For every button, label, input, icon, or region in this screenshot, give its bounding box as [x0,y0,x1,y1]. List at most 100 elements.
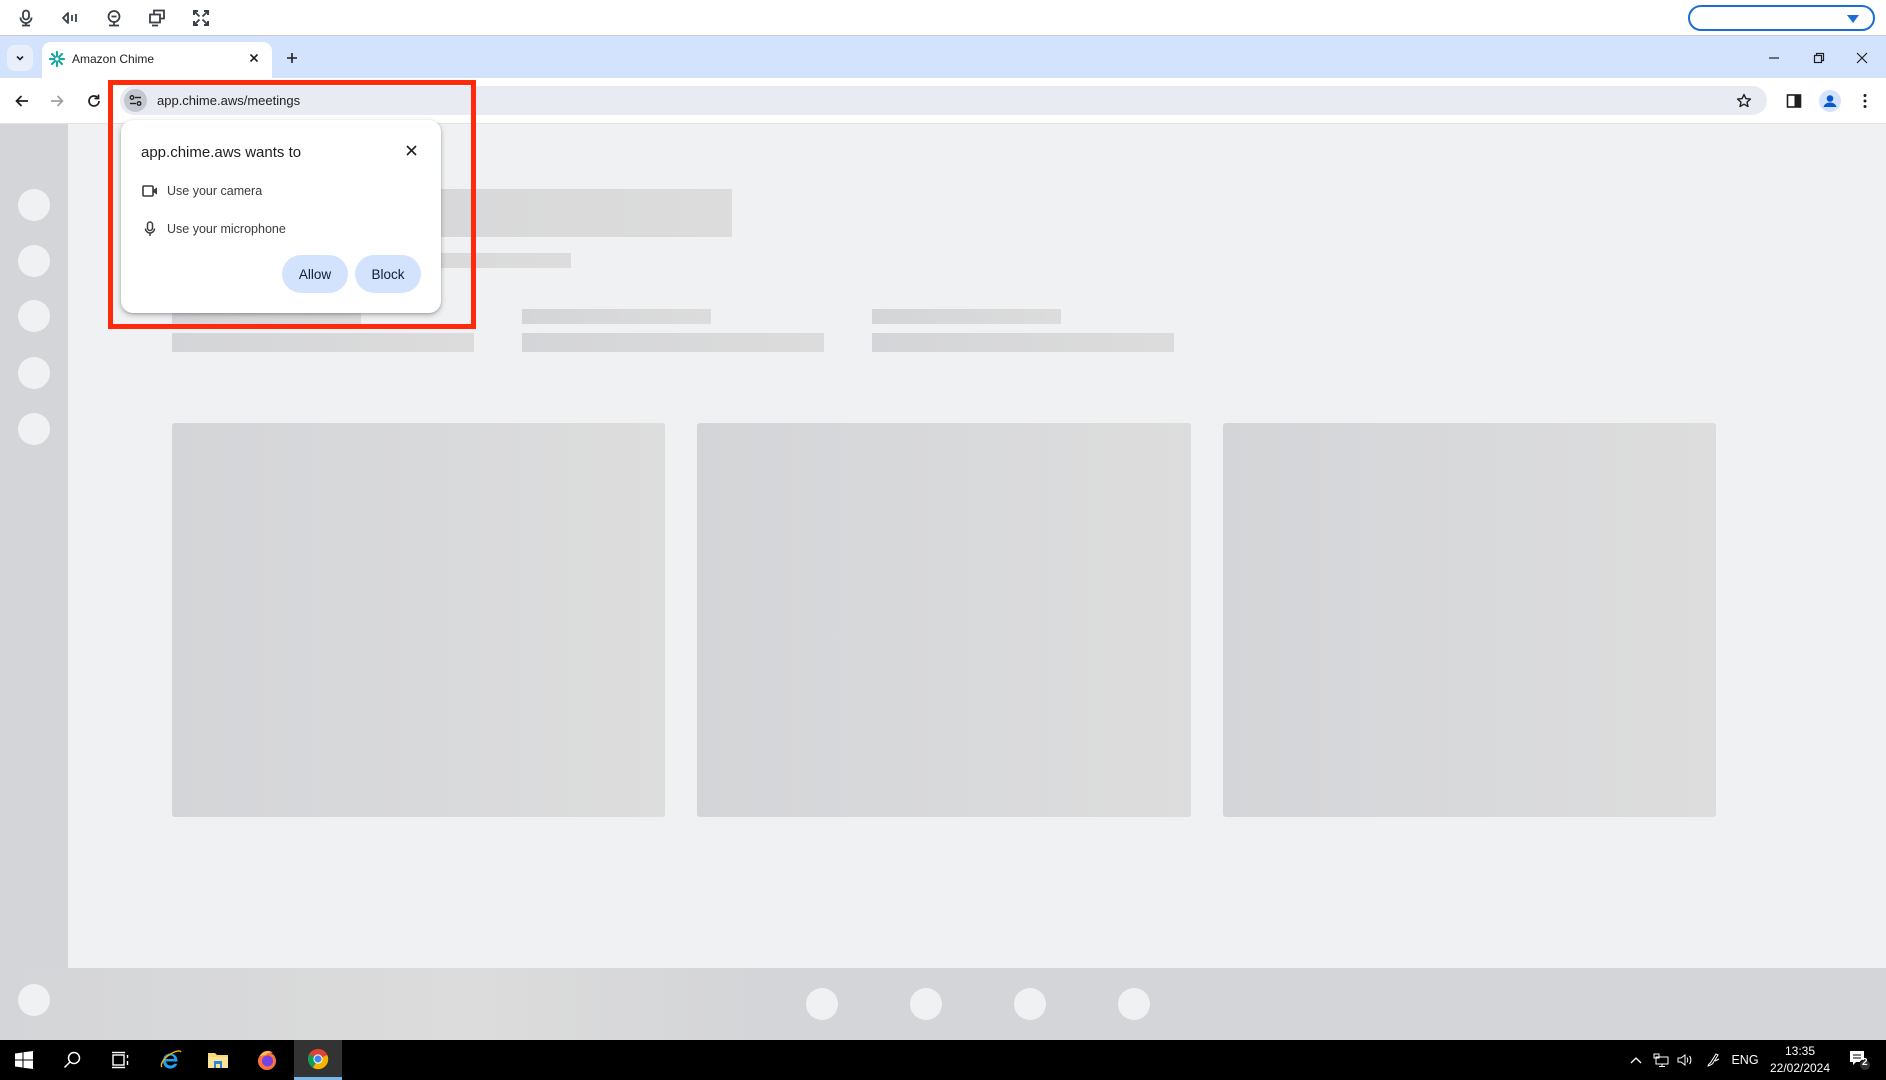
multi-monitor-icon[interactable] [146,7,168,29]
allow-button[interactable]: Allow [282,255,348,293]
speaker-icon[interactable] [59,7,81,29]
close-window-button[interactable] [1848,46,1876,70]
restore-icon [1813,52,1825,64]
control-placeholder[interactable] [1014,988,1046,1020]
site-info-button[interactable] [124,89,147,112]
pen-workspace-button[interactable] [1702,1040,1724,1080]
permission-label: Use your microphone [167,222,286,236]
control-placeholder[interactable] [1118,988,1150,1020]
control-placeholder[interactable] [910,988,942,1020]
permission-camera: Use your camera [141,181,262,201]
speaker-icon [1677,1054,1692,1066]
browser-tab-strip: Amazon Chime [0,36,1886,78]
search-button[interactable] [48,1040,96,1080]
close-tab-button[interactable] [246,50,262,66]
chevron-up-icon [1630,1057,1642,1064]
tab-title: Amazon Chime [72,52,155,66]
minimize-icon [1769,57,1779,59]
file-explorer-button[interactable] [194,1040,242,1080]
forward-button[interactable] [45,89,69,113]
windows-taskbar: ENG 13:35 22/02/2024 2 [0,1040,1886,1080]
permission-prompt: app.chime.aws wants to Use your camera U… [121,120,441,313]
field-skeleton [872,333,1174,352]
search-icon [63,1051,81,1069]
profile-button[interactable] [1818,89,1842,113]
permission-label: Use your camera [167,184,263,198]
card-skeleton [172,423,665,817]
browser-menu-button[interactable] [1853,89,1877,113]
label-skeleton [872,309,1061,324]
pen-icon [1707,1053,1720,1067]
back-button[interactable] [10,89,34,113]
firefox-button[interactable] [243,1040,291,1080]
task-view-icon [112,1051,129,1069]
show-hidden-icons-button[interactable] [1626,1040,1646,1080]
chevron-down-icon [16,55,24,61]
task-view-button[interactable] [96,1040,144,1080]
more-vert-icon [1863,94,1867,108]
plus-icon [287,53,297,63]
internet-explorer-button[interactable] [146,1040,194,1080]
microphone-icon [141,220,159,238]
folder-icon [208,1053,228,1068]
browser-toolbar: app.chime.aws/meetings [0,78,1886,124]
reload-button[interactable] [82,89,106,113]
sidebar-item-placeholder[interactable] [18,189,50,221]
sidebar-item-placeholder[interactable] [18,245,50,277]
permission-prompt-title: app.chime.aws wants to [141,144,302,161]
permission-close-button[interactable] [401,140,421,160]
system-clock[interactable]: 13:35 22/02/2024 [1760,1043,1840,1077]
start-button[interactable] [0,1040,48,1080]
arrow-right-icon [51,95,64,107]
field-skeleton [522,333,824,352]
chrome-button[interactable] [294,1040,342,1080]
chevron-down-icon [1847,15,1859,23]
sidebar-item-placeholder[interactable] [18,300,50,332]
avatar-icon [1819,90,1841,112]
permission-microphone: Use your microphone [141,219,286,239]
network-icon [1653,1053,1669,1067]
field-skeleton [172,333,474,352]
sidebar-skeleton [0,124,68,1040]
volume-button[interactable] [1674,1040,1696,1080]
close-icon [1856,52,1868,64]
webcam-icon[interactable] [103,7,125,29]
tune-icon [129,95,142,106]
action-center-button[interactable]: 2 [1844,1040,1874,1080]
arrow-left-icon [15,95,28,107]
side-panel-icon [1786,94,1802,108]
firefox-icon [258,1050,276,1070]
restore-button[interactable] [1805,46,1833,70]
input-language-indicator[interactable]: ENG [1730,1040,1760,1080]
block-button[interactable]: Block [355,255,421,293]
network-button[interactable] [1650,1040,1672,1080]
windows-logo-icon [15,1051,33,1069]
meeting-controls-skeleton [0,968,1886,1040]
url-text: app.chime.aws/meetings [157,93,301,108]
tab-search-button[interactable] [7,45,33,71]
address-bar[interactable]: app.chime.aws/meetings [120,86,1767,115]
chrome-icon [307,1048,329,1069]
internet-explorer-icon [160,1050,182,1069]
microphone-icon[interactable] [15,7,37,29]
close-icon [249,53,259,63]
fullscreen-icon[interactable] [190,7,212,29]
clock-time: 13:35 [1784,1044,1816,1058]
label-skeleton [522,309,711,324]
close-icon [405,144,417,156]
camera-icon [141,182,159,200]
clock-date: 22/02/2024 [1769,1061,1831,1075]
sidebar-item-placeholder[interactable] [18,413,50,445]
browser-tab-amazon-chime[interactable]: Amazon Chime [42,42,272,78]
minimize-button[interactable] [1760,46,1788,70]
session-selector-dropdown[interactable] [1688,5,1875,31]
side-panel-button[interactable] [1782,89,1806,113]
control-placeholder[interactable] [18,984,50,1016]
new-tab-button[interactable] [282,48,302,68]
sidebar-item-placeholder[interactable] [18,357,50,389]
bookmark-star-button[interactable] [1733,90,1755,112]
star-icon [1736,93,1752,108]
chime-logo-icon [48,50,66,68]
notification-count-badge: 2 [1862,1057,1868,1068]
control-placeholder[interactable] [806,988,838,1020]
